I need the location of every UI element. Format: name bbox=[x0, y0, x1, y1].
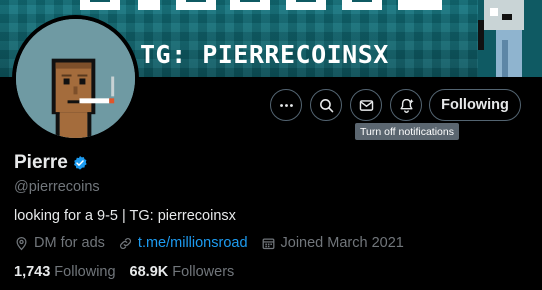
joined-date: Joined March 2021 bbox=[280, 235, 404, 251]
followers-stat[interactable]: 68.9K Followers bbox=[130, 264, 235, 280]
follow-stats: 1,743 Following 68.9K Followers bbox=[14, 264, 248, 280]
pixel-punk-avatar bbox=[16, 19, 135, 138]
link-icon bbox=[119, 237, 131, 249]
location-item: DM for ads bbox=[14, 235, 105, 251]
profile-meta: DM for ads t.me/millionsroad Joined Marc… bbox=[14, 235, 417, 251]
more-button[interactable] bbox=[270, 89, 302, 121]
location-text: DM for ads bbox=[34, 235, 105, 251]
location-pin-icon bbox=[16, 236, 27, 250]
profile-bio: looking for a 9-5 | TG: pierrecoinsx bbox=[14, 208, 236, 224]
notifications-tooltip: Turn off notifications bbox=[355, 123, 459, 140]
following-stat[interactable]: 1,743 Following bbox=[14, 264, 116, 280]
verified-badge-icon[interactable] bbox=[72, 155, 88, 171]
message-button[interactable] bbox=[350, 89, 382, 121]
banner-telegram-text: TG: PIERRECOINSX bbox=[140, 40, 389, 69]
calendar-icon bbox=[262, 238, 274, 249]
display-name: Pierre bbox=[14, 152, 68, 173]
following-button[interactable]: Following bbox=[429, 89, 521, 121]
search-profile-button[interactable] bbox=[310, 89, 342, 121]
more-horizontal-icon bbox=[279, 103, 293, 107]
following-label: Following bbox=[54, 264, 116, 280]
following-count: 1,743 bbox=[14, 264, 51, 280]
profile-avatar[interactable] bbox=[12, 15, 139, 142]
joined-item: Joined March 2021 bbox=[261, 235, 404, 251]
bell-icon bbox=[399, 98, 414, 113]
website-link[interactable]: t.me/millionsroad bbox=[138, 235, 248, 251]
envelope-icon bbox=[359, 99, 373, 111]
display-name-row: Pierre bbox=[14, 152, 88, 174]
banner-pixel-figure bbox=[478, 0, 542, 77]
search-icon bbox=[319, 98, 333, 112]
followers-label: Followers bbox=[172, 264, 235, 280]
profile-handle: @pierrecoins bbox=[14, 179, 100, 195]
notifications-button[interactable] bbox=[390, 89, 422, 121]
website-item[interactable]: t.me/millionsroad bbox=[118, 235, 248, 251]
followers-count: 68.9K bbox=[129, 264, 169, 280]
banner-pixel-letters bbox=[80, 0, 442, 10]
